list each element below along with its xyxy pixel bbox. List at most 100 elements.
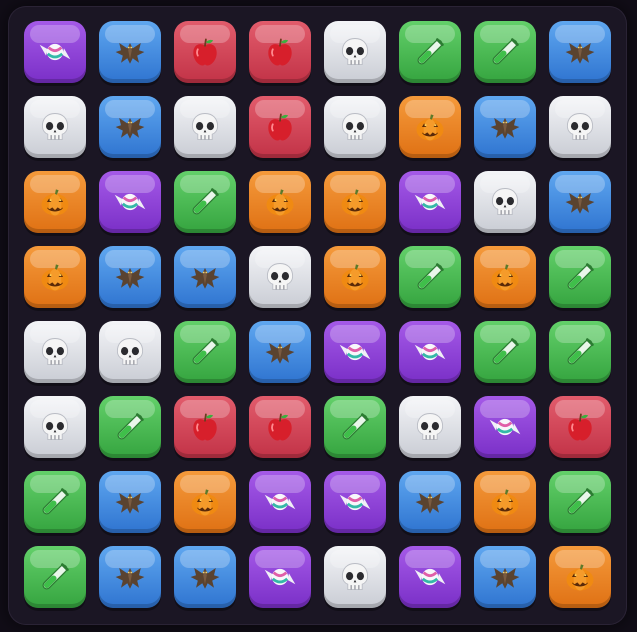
- test-tube-icon: [324, 396, 386, 458]
- jack-o-lantern-icon: [474, 246, 536, 308]
- test-tube-icon: [174, 171, 236, 233]
- candy-icon: [399, 546, 461, 608]
- tile-bat[interactable]: [174, 246, 236, 308]
- tile-pumpkin[interactable]: [174, 471, 236, 533]
- tile-apple[interactable]: [174, 396, 236, 458]
- tile-potion[interactable]: [474, 321, 536, 383]
- tile-bat[interactable]: [399, 471, 461, 533]
- bat-icon: [549, 21, 611, 83]
- bat-icon: [99, 96, 161, 158]
- tile-bat[interactable]: [249, 321, 311, 383]
- tile-candy[interactable]: [399, 546, 461, 608]
- jack-o-lantern-icon: [324, 171, 386, 233]
- tile-bat[interactable]: [99, 546, 161, 608]
- skull-icon: [324, 546, 386, 608]
- test-tube-icon: [549, 471, 611, 533]
- tile-skull[interactable]: [24, 321, 86, 383]
- tile-pumpkin[interactable]: [474, 471, 536, 533]
- tile-pumpkin[interactable]: [324, 246, 386, 308]
- tile-potion[interactable]: [474, 21, 536, 83]
- bat-icon: [99, 471, 161, 533]
- tile-apple[interactable]: [549, 396, 611, 458]
- skull-icon: [99, 321, 161, 383]
- tile-candy[interactable]: [99, 171, 161, 233]
- tile-potion[interactable]: [24, 471, 86, 533]
- tile-potion[interactable]: [549, 246, 611, 308]
- apple-icon: [249, 21, 311, 83]
- candy-icon: [399, 321, 461, 383]
- tile-candy[interactable]: [474, 396, 536, 458]
- candy-icon: [249, 546, 311, 608]
- tile-bat[interactable]: [549, 171, 611, 233]
- tile-potion[interactable]: [399, 21, 461, 83]
- test-tube-icon: [399, 246, 461, 308]
- tile-bat[interactable]: [174, 546, 236, 608]
- tile-pumpkin[interactable]: [549, 546, 611, 608]
- tile-potion[interactable]: [549, 321, 611, 383]
- apple-icon: [174, 396, 236, 458]
- jack-o-lantern-icon: [549, 546, 611, 608]
- tile-skull[interactable]: [399, 396, 461, 458]
- tile-bat[interactable]: [99, 471, 161, 533]
- tile-candy[interactable]: [324, 471, 386, 533]
- tile-pumpkin[interactable]: [324, 171, 386, 233]
- skull-icon: [399, 396, 461, 458]
- tile-skull[interactable]: [324, 96, 386, 158]
- jack-o-lantern-icon: [324, 246, 386, 308]
- tile-skull[interactable]: [174, 96, 236, 158]
- tile-skull[interactable]: [549, 96, 611, 158]
- test-tube-icon: [174, 321, 236, 383]
- tile-skull[interactable]: [24, 96, 86, 158]
- tile-bat[interactable]: [99, 246, 161, 308]
- tile-potion[interactable]: [324, 396, 386, 458]
- tile-pumpkin[interactable]: [474, 246, 536, 308]
- tile-candy[interactable]: [249, 546, 311, 608]
- tile-skull[interactable]: [99, 321, 161, 383]
- tile-potion[interactable]: [174, 171, 236, 233]
- tile-pumpkin[interactable]: [399, 96, 461, 158]
- tile-skull[interactable]: [249, 246, 311, 308]
- tile-potion[interactable]: [99, 396, 161, 458]
- tile-potion[interactable]: [549, 471, 611, 533]
- tile-skull[interactable]: [324, 546, 386, 608]
- tile-candy[interactable]: [399, 321, 461, 383]
- jack-o-lantern-icon: [24, 171, 86, 233]
- tile-skull[interactable]: [24, 396, 86, 458]
- tile-bat[interactable]: [474, 546, 536, 608]
- tile-apple[interactable]: [249, 396, 311, 458]
- tile-candy[interactable]: [399, 171, 461, 233]
- tile-skull[interactable]: [474, 171, 536, 233]
- bat-icon: [549, 171, 611, 233]
- jack-o-lantern-icon: [474, 471, 536, 533]
- apple-icon: [174, 21, 236, 83]
- skull-icon: [324, 96, 386, 158]
- tile-apple[interactable]: [174, 21, 236, 83]
- tile-bat[interactable]: [99, 96, 161, 158]
- tile-bat[interactable]: [99, 21, 161, 83]
- tile-pumpkin[interactable]: [24, 171, 86, 233]
- jack-o-lantern-icon: [399, 96, 461, 158]
- skull-icon: [249, 246, 311, 308]
- apple-icon: [549, 396, 611, 458]
- tile-candy[interactable]: [24, 21, 86, 83]
- tile-bat[interactable]: [474, 96, 536, 158]
- tile-pumpkin[interactable]: [249, 171, 311, 233]
- bat-icon: [249, 321, 311, 383]
- tile-apple[interactable]: [249, 96, 311, 158]
- tile-potion[interactable]: [24, 546, 86, 608]
- tile-bat[interactable]: [549, 21, 611, 83]
- test-tube-icon: [399, 21, 461, 83]
- test-tube-icon: [99, 396, 161, 458]
- tile-apple[interactable]: [249, 21, 311, 83]
- bat-icon: [99, 21, 161, 83]
- tile-potion[interactable]: [174, 321, 236, 383]
- apple-icon: [249, 96, 311, 158]
- tile-candy[interactable]: [249, 471, 311, 533]
- tile-skull[interactable]: [324, 21, 386, 83]
- tile-candy[interactable]: [324, 321, 386, 383]
- tile-potion[interactable]: [399, 246, 461, 308]
- skull-icon: [24, 396, 86, 458]
- bat-icon: [174, 546, 236, 608]
- tile-pumpkin[interactable]: [24, 246, 86, 308]
- skull-icon: [24, 96, 86, 158]
